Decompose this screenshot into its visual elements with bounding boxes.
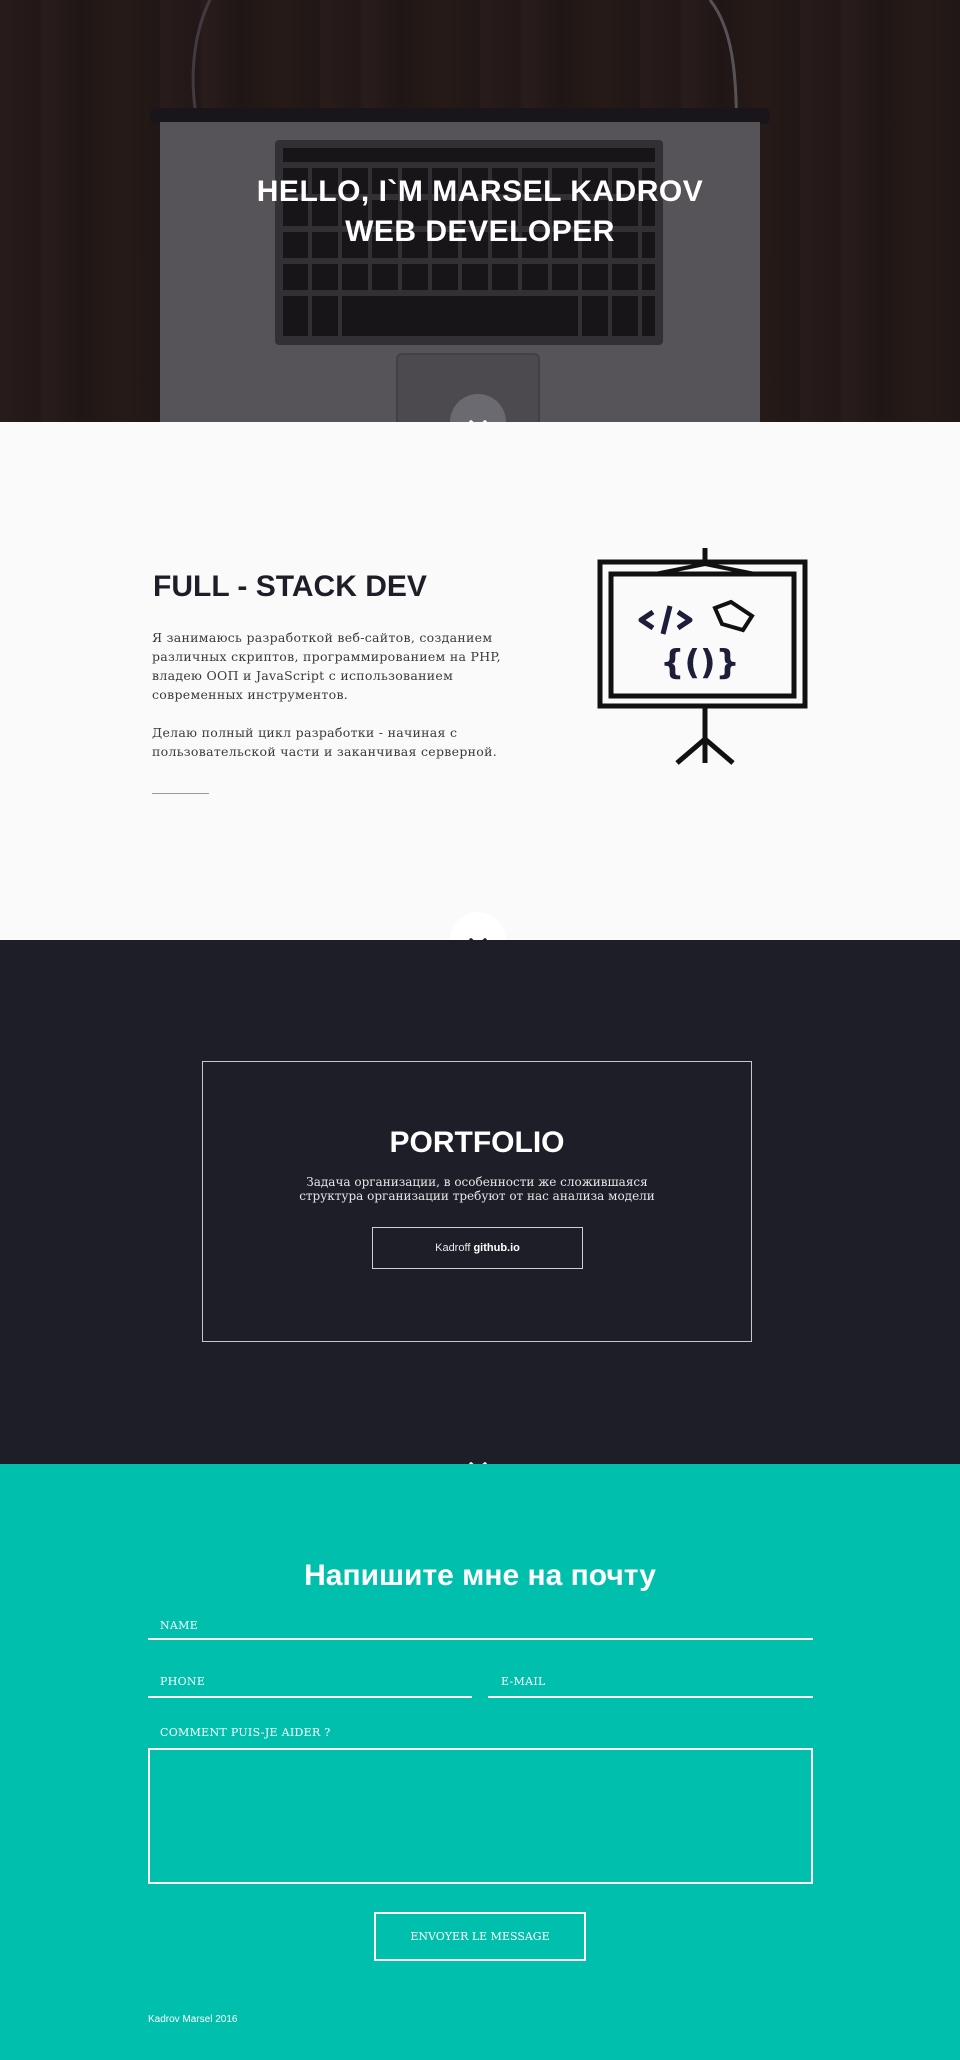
about-title-regular: FULL - STACK [153,570,366,603]
message-label: COMMENT PUIS-JE AIDER ? [160,1726,331,1739]
about-section: FULL - STACK DEV Я занимаюсь разработкой… [0,422,960,940]
phone-placeholder: PHONE [160,1675,206,1688]
phone-field-underline [148,1696,472,1698]
divider [152,793,209,794]
portfolio-description-line: Задача организации, в особенности же сло… [306,1175,648,1189]
email-placeholder: E-MAIL [501,1675,546,1688]
github-link-button[interactable]: Kadroff github.io [372,1227,583,1269]
about-paragraph: Делаю полный цикл разработки - начиная с… [152,725,497,759]
hero-title-line2: WEB DEVELOPER [345,215,615,248]
message-textarea[interactable] [148,1748,813,1884]
hero-section: HELLO, I`M MARSEL KADROV WEB DEVELOPER [0,0,960,422]
contact-title: Напишите мне на почту [304,1559,656,1592]
presentation-board-code-icon: {()} [597,548,808,765]
name-placeholder: NAME [160,1619,199,1632]
portfolio-title: PORTFOLIO [389,1126,565,1159]
hero-title: HELLO, I`M MARSEL KADROV WEB DEVELOPER [0,172,960,252]
github-link-domain: github.io [473,1242,520,1254]
contact-section: Напишите мне на почту NAME PHONE E-MAIL … [0,1464,960,2060]
email-field-underline [488,1696,813,1698]
footer-copyright: Kadrov Marsel 2016 [148,2014,238,2025]
about-title: FULL - STACK DEV [153,570,427,604]
svg-text:{()}: {()} [660,643,740,683]
portfolio-card: PORTFOLIO Задача организации, в особенно… [202,1061,752,1342]
about-paragraph: Я занимаюсь разработкой веб-сайтов, созд… [152,630,501,702]
about-text: Я занимаюсь разработкой веб-сайтов, созд… [152,628,502,780]
name-field-underline [148,1638,813,1640]
github-link-prefix: Kadroff [435,1242,474,1254]
portfolio-description-line: структура организации требуют от нас ана… [299,1189,655,1203]
send-message-button[interactable]: ENVOYER LE MESSAGE [374,1912,586,1961]
portfolio-section: PORTFOLIO Задача организации, в особенно… [0,940,960,1464]
about-title-bold: DEV [365,570,427,603]
portfolio-description: Задача организации, в особенности же сло… [203,1175,751,1203]
hero-title-line1: HELLO, I`M MARSEL KADROV [256,175,704,208]
